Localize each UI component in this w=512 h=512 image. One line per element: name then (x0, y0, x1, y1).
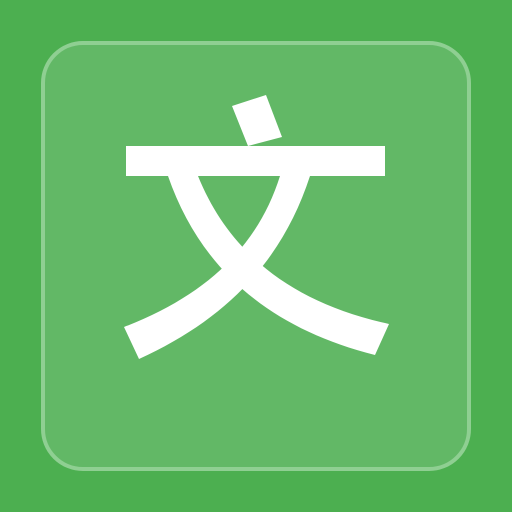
glyph-horizontal-stroke (126, 146, 385, 176)
app-icon (0, 0, 512, 512)
